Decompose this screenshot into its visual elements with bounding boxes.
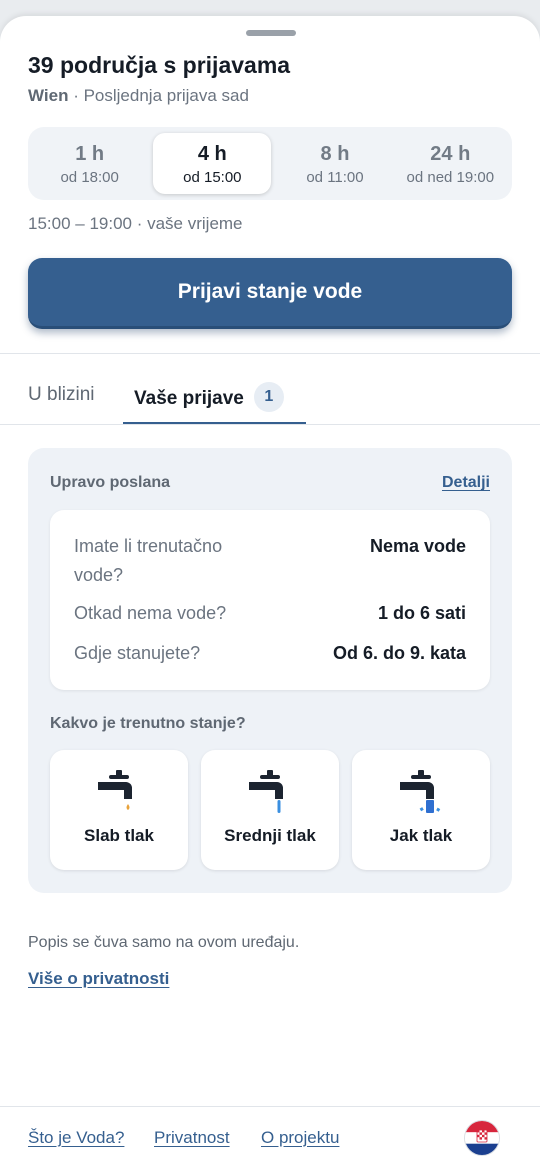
bottom-sheet: 39 područja s prijavama Wien · Posljednj… <box>0 16 540 1169</box>
city-name: Wien <box>28 86 69 105</box>
pressure-label: Jak tlak <box>389 826 453 845</box>
divider <box>0 424 540 425</box>
details-link[interactable]: Detalji <box>442 474 490 492</box>
time-range-selector: 1 h od 18:00 4 h od 15:00 8 h od 11:00 2… <box>28 127 512 200</box>
tab-nearby[interactable]: U blizini <box>28 384 95 406</box>
question-has-water: Imate li trenutačno vode? <box>74 532 222 590</box>
pressure-option-weak[interactable]: Slab tlak <box>50 750 188 870</box>
time-range-label: 1 h <box>75 142 105 165</box>
time-range-1h[interactable]: 1 h od 18:00 <box>32 133 147 194</box>
faucet-drip-icon <box>98 770 132 810</box>
time-range-sub: od 11:00 <box>306 168 364 186</box>
answer-floor: Od 6. do 9. kata <box>332 643 466 663</box>
time-range-sub: od 15:00 <box>183 168 242 186</box>
location-subtitle: Wien · Posljednja prijava sad <box>28 86 249 106</box>
footer-link-about[interactable]: O projektu <box>261 1128 339 1148</box>
footer-link-what-is-voda[interactable]: Što je Voda? <box>28 1128 124 1148</box>
time-range-8h[interactable]: 8 h od 11:00 <box>277 133 392 194</box>
report-water-button[interactable]: Prijavi stanje vode <box>28 258 512 329</box>
time-range-4h[interactable]: 4 h od 15:00 <box>153 133 272 194</box>
privacy-note: Popis se čuva samo na ovom uređaju. <box>28 934 300 951</box>
report-card-heading: Upravo poslana <box>50 474 171 491</box>
croatia-flag-icon[interactable] <box>465 1121 499 1155</box>
privacy-more-link[interactable]: Više o privatnosti <box>28 969 169 989</box>
time-range-24h[interactable]: 24 h od ned 19:00 <box>393 133 508 194</box>
divider <box>0 353 540 354</box>
time-range-sub: od 18:00 <box>60 168 119 186</box>
faucet-strong-stream-icon <box>400 770 441 813</box>
sheet-drag-handle[interactable] <box>246 30 296 36</box>
selected-range-text: 15:00 – 19:00 · vaše vrijeme <box>28 214 243 233</box>
time-range-label: 4 h <box>197 142 227 165</box>
answer-since-when: 1 do 6 sati <box>377 603 466 623</box>
tab-my-reports[interactable]: Vaše prijave 1 <box>134 382 284 414</box>
time-range-label: 24 h <box>430 142 471 165</box>
question-line: Imate li trenutačno <box>74 536 223 556</box>
pressure-option-medium[interactable]: Srednji tlak <box>201 750 339 870</box>
time-range-sub: od ned 19:00 <box>406 168 495 186</box>
tab-my-reports-label: Vaše prijave <box>134 388 244 410</box>
pressure-label: Srednji tlak <box>224 826 316 845</box>
last-report-text: · Posljednja prijava sad <box>68 86 249 105</box>
footer-divider <box>0 1106 540 1107</box>
areas-count-title: 39 područja s prijavama <box>28 52 291 78</box>
report-answers: Imate li trenutačno vode? Nema vode Otka… <box>50 510 490 690</box>
pressure-question: Kakvo je trenutno stanje? <box>50 715 246 732</box>
tab-bar: U blizini Vaše prijave 1 <box>0 370 540 425</box>
time-range-label: 8 h <box>320 142 350 165</box>
question-since-when: Otkad nema vode? <box>74 603 227 623</box>
question-line: vode? <box>74 565 124 585</box>
pressure-option-strong[interactable]: Jak tlak <box>352 750 490 870</box>
pressure-label: Slab tlak <box>84 826 154 845</box>
answer-has-water: Nema vode <box>369 536 466 556</box>
reports-count-badge: 1 <box>253 382 284 412</box>
report-card: Upravo poslana Detalji Imate li trenutač… <box>28 448 512 893</box>
question-floor: Gdje stanujete? <box>74 643 201 663</box>
flag-graphic <box>465 1121 499 1155</box>
footer-link-privacy[interactable]: Privatnost <box>154 1128 230 1148</box>
faucet-stream-icon <box>249 770 283 813</box>
